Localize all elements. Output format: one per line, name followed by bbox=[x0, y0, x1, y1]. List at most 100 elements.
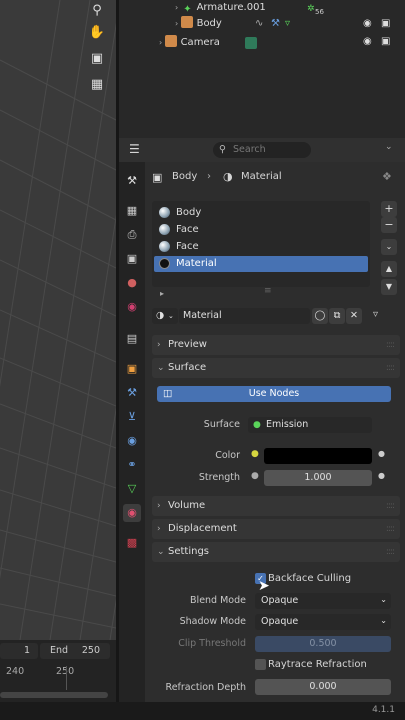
drag-grip-icon[interactable]: :::: bbox=[386, 335, 395, 355]
render-tab-icon[interactable]: ▦ bbox=[123, 202, 141, 220]
end-value: 250 bbox=[81, 645, 100, 656]
collection-tab-icon[interactable]: ▤ bbox=[123, 330, 141, 348]
drag-grip-icon[interactable]: :::: bbox=[386, 496, 395, 516]
modifier-tab-icon[interactable]: ⚒ bbox=[123, 384, 141, 402]
output-tab-icon[interactable]: ⎙ bbox=[123, 226, 141, 244]
material-slot-item[interactable]: Face bbox=[154, 222, 368, 238]
tool-tab-icon[interactable]: ⚒ bbox=[123, 172, 141, 190]
slot-specials-button[interactable]: ⌄ bbox=[381, 239, 397, 255]
panel-title: Preview bbox=[168, 339, 207, 350]
panel-title: Surface bbox=[168, 362, 207, 373]
move-up-button[interactable]: ▲ bbox=[381, 261, 397, 277]
panel-displacement[interactable]: › Displacement:::: bbox=[152, 519, 400, 539]
material-icon: ◑ bbox=[156, 310, 165, 321]
browse-material-button[interactable]: ◑ ⌄ bbox=[152, 308, 178, 324]
vertex-group-icon: ▿ bbox=[285, 18, 291, 29]
status-bar: 4.1.1 bbox=[0, 702, 405, 720]
camera-view-icon[interactable]: ▣ bbox=[86, 48, 108, 70]
add-slot-button[interactable]: + bbox=[381, 201, 397, 217]
data-tab-icon[interactable]: ▽ bbox=[123, 480, 141, 498]
panel-preview[interactable]: › Preview:::: bbox=[152, 335, 400, 355]
world-tab-icon[interactable]: ◉ bbox=[123, 298, 141, 316]
drag-grip-icon[interactable]: :::: bbox=[386, 542, 395, 562]
move-down-button[interactable]: ▼ bbox=[381, 279, 397, 295]
raytrace-refraction-checkbox[interactable] bbox=[255, 659, 266, 670]
surface-shader-field[interactable]: ● Emission bbox=[248, 417, 372, 433]
material-slot-item[interactable]: Face bbox=[154, 239, 368, 255]
refraction-depth-field[interactable]: 0.000 bbox=[255, 679, 391, 695]
expand-arrow-icon[interactable]: ▸ bbox=[160, 289, 164, 298]
material-name-value: Material bbox=[183, 310, 222, 321]
physics-tab-icon[interactable]: ◉ bbox=[123, 432, 141, 450]
timeline[interactable]: 1 End 250 240 250 bbox=[0, 640, 116, 702]
drag-grip-icon[interactable]: :::: bbox=[386, 358, 395, 378]
outliner-row-body[interactable]: › Body bbox=[175, 16, 222, 32]
material-icon: ◑ bbox=[223, 170, 233, 183]
object-tab-icon[interactable]: ▣ bbox=[123, 360, 141, 378]
breadcrumb-object: Body bbox=[172, 171, 198, 182]
shadow-mode-label: Shadow Mode bbox=[179, 616, 246, 627]
keyframe-dot-icon[interactable]: ● bbox=[378, 471, 385, 480]
texture-tab-icon[interactable]: ▩ bbox=[123, 534, 141, 552]
scene-tab-icon[interactable]: ● bbox=[123, 274, 141, 292]
material-slot-item[interactable]: Body bbox=[154, 205, 368, 221]
constraints-tab-icon[interactable]: ⚭ bbox=[123, 456, 141, 474]
start-frame-field[interactable]: 1 bbox=[0, 643, 38, 659]
zoom-icon[interactable]: ⚲ bbox=[86, 0, 108, 22]
visibility-eye-icon[interactable]: ◉ bbox=[363, 18, 372, 29]
fake-user-shield-icon[interactable]: ◯ bbox=[312, 308, 328, 324]
render-camera-icon[interactable]: ▣ bbox=[381, 18, 390, 29]
timeline-scrollbar[interactable] bbox=[0, 692, 108, 698]
refraction-depth-value: 0.000 bbox=[309, 681, 337, 692]
duplicate-material-icon[interactable]: ⧉ bbox=[329, 308, 345, 324]
panel-settings[interactable]: ⌄ Settings:::: bbox=[152, 542, 400, 562]
remove-slot-button[interactable]: − bbox=[381, 217, 397, 233]
editor-type-icon[interactable]: ☰ bbox=[129, 142, 140, 156]
unlink-material-icon[interactable]: ✕ bbox=[346, 308, 362, 324]
material-slot-label: Face bbox=[176, 241, 199, 252]
outliner-row-armature[interactable]: › ✦ Armature.001 bbox=[175, 0, 266, 16]
resize-grip-icon[interactable]: ≡ bbox=[264, 286, 272, 296]
strength-field[interactable]: 1.000 bbox=[264, 470, 372, 486]
panel-surface[interactable]: ⌄ Surface:::: bbox=[152, 358, 400, 378]
hand-pan-icon[interactable]: ✋ bbox=[86, 22, 108, 44]
particles-tab-icon[interactable]: ⊻ bbox=[123, 408, 141, 426]
view-layer-tab-icon[interactable]: ▣ bbox=[123, 250, 141, 268]
surface-shader-value: Emission bbox=[266, 419, 309, 430]
keyframe-dot-icon[interactable]: ● bbox=[378, 449, 385, 458]
options-chevron-icon[interactable]: ⌄ bbox=[385, 142, 393, 152]
drag-grip-icon[interactable]: :::: bbox=[386, 519, 395, 539]
outliner-row-camera[interactable]: › Camera bbox=[159, 35, 220, 51]
search-input[interactable]: ⚲ Search bbox=[213, 142, 311, 158]
panel-title: Volume bbox=[168, 500, 206, 511]
use-nodes-button[interactable]: ◫ Use Nodes bbox=[157, 386, 391, 402]
bone-icon: ✲ bbox=[307, 4, 315, 14]
chevron-down-icon: ⌄ bbox=[157, 363, 165, 373]
end-frame-field[interactable]: End 250 bbox=[40, 643, 110, 659]
clip-threshold-field[interactable]: 0.500 bbox=[255, 636, 391, 652]
material-name-field[interactable]: Material bbox=[179, 308, 310, 324]
outliner-row-label: Body bbox=[196, 18, 222, 29]
surface-label: Surface bbox=[203, 419, 240, 430]
material-sphere-icon bbox=[159, 207, 170, 218]
panel-volume[interactable]: › Volume:::: bbox=[152, 496, 400, 516]
visibility-eye-icon[interactable]: ◉ bbox=[363, 36, 372, 47]
link-data-icon[interactable]: ▿ bbox=[373, 309, 378, 320]
armature-icon: ✦ bbox=[183, 4, 192, 15]
outliner[interactable]: › ✦ Armature.001 ✲ 56 › Body ∿ ⚒ ▿ ◉ ▣ ›… bbox=[119, 0, 405, 138]
render-camera-icon[interactable]: ▣ bbox=[381, 36, 390, 47]
material-tab-icon[interactable]: ◉ bbox=[123, 504, 141, 522]
color-swatch[interactable] bbox=[264, 448, 372, 464]
child-count-badge: 56 bbox=[315, 8, 324, 16]
clip-threshold-value: 0.500 bbox=[309, 638, 337, 649]
shadow-mode-dropdown[interactable]: Opaque ⌄ bbox=[255, 614, 391, 630]
3d-viewport[interactable]: ⚲ ✋ ▣ ▦ bbox=[0, 0, 116, 640]
blend-mode-dropdown[interactable]: Opaque ⌄ bbox=[255, 593, 391, 609]
material-slot-item-selected[interactable]: Material bbox=[154, 256, 368, 272]
timeline-tick: 240 bbox=[6, 666, 25, 677]
chevron-down-icon: ⌄ bbox=[380, 595, 387, 604]
pin-icon[interactable]: ❖ bbox=[382, 170, 392, 183]
search-icon: ⚲ bbox=[219, 144, 226, 155]
grid-view-icon[interactable]: ▦ bbox=[86, 74, 108, 96]
chevron-down-icon: ⌄ bbox=[380, 616, 387, 625]
